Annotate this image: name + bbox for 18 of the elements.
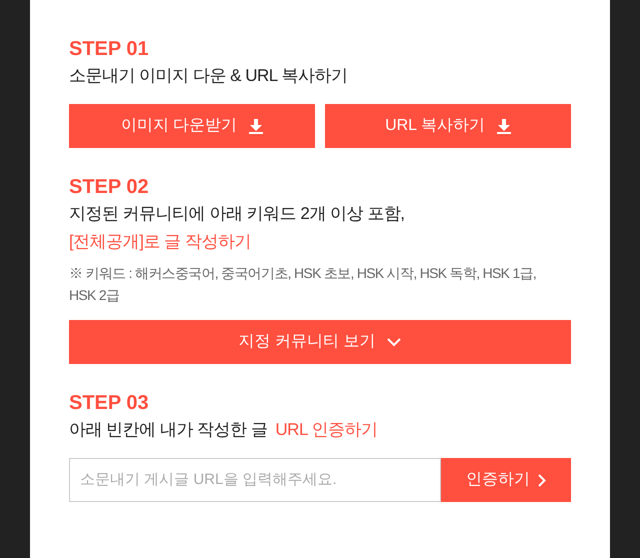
step-title: URL 인증하기 xyxy=(275,419,378,441)
url-input-field[interactable]: 소문내기 게시글 URL을 입력해주세요. xyxy=(69,458,441,502)
step-label: STEP 03 xyxy=(69,391,150,416)
step-label: STEP 01 xyxy=(69,37,150,62)
action-button[interactable]: URL 복사하기 xyxy=(325,104,571,148)
step-label: STEP 02 xyxy=(69,175,150,200)
action-button[interactable]: 지정 커뮤니티 보기 xyxy=(69,320,571,364)
chevron-down-icon xyxy=(387,338,402,346)
step-title: 아래 빈칸에 내가 작성한 글 xyxy=(69,419,268,441)
download-icon xyxy=(249,118,264,134)
keyword-note: ※ 키워드 : 해커스중국어, 중국어기초, HSK 초보, HSK 시작, HSK 독학, HSK 1급, HSK 2급 xyxy=(69,264,538,305)
step-title: 소문내기 이미지 다운 & URL 복사하기 xyxy=(69,65,348,87)
verify-button[interactable]: 인증하기 xyxy=(441,458,571,502)
step-title: [전체공개]로 글 작성하기 xyxy=(69,231,251,253)
action-button[interactable]: 이미지 다운받기 xyxy=(69,104,315,148)
step-title: 지정된 커뮤니티에 아래 키워드 2개 이상 포함, xyxy=(69,203,405,225)
chevron-right-icon xyxy=(538,474,546,486)
download-icon xyxy=(496,118,511,134)
